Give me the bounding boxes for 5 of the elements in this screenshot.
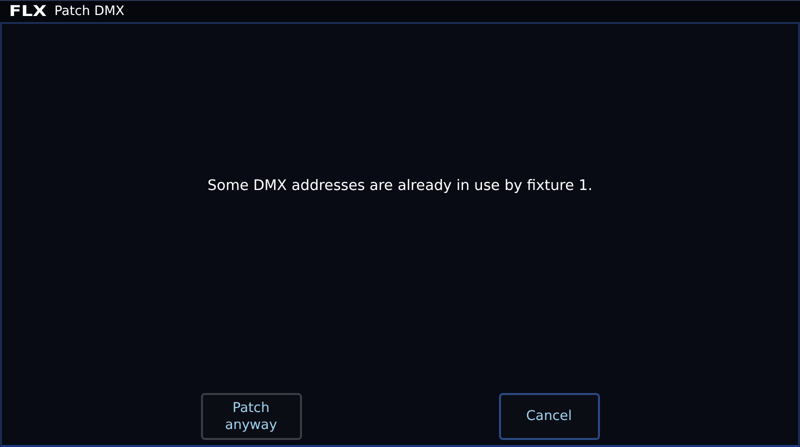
window-title: Patch DMX bbox=[54, 4, 124, 19]
message-text: Some DMX addresses are already in use by fixture 1. bbox=[208, 178, 592, 194]
patch-button[interactable]: Patch anyway bbox=[200, 393, 302, 440]
cancel-button[interactable]: Cancel bbox=[498, 393, 600, 440]
logo: FLX bbox=[9, 4, 47, 19]
